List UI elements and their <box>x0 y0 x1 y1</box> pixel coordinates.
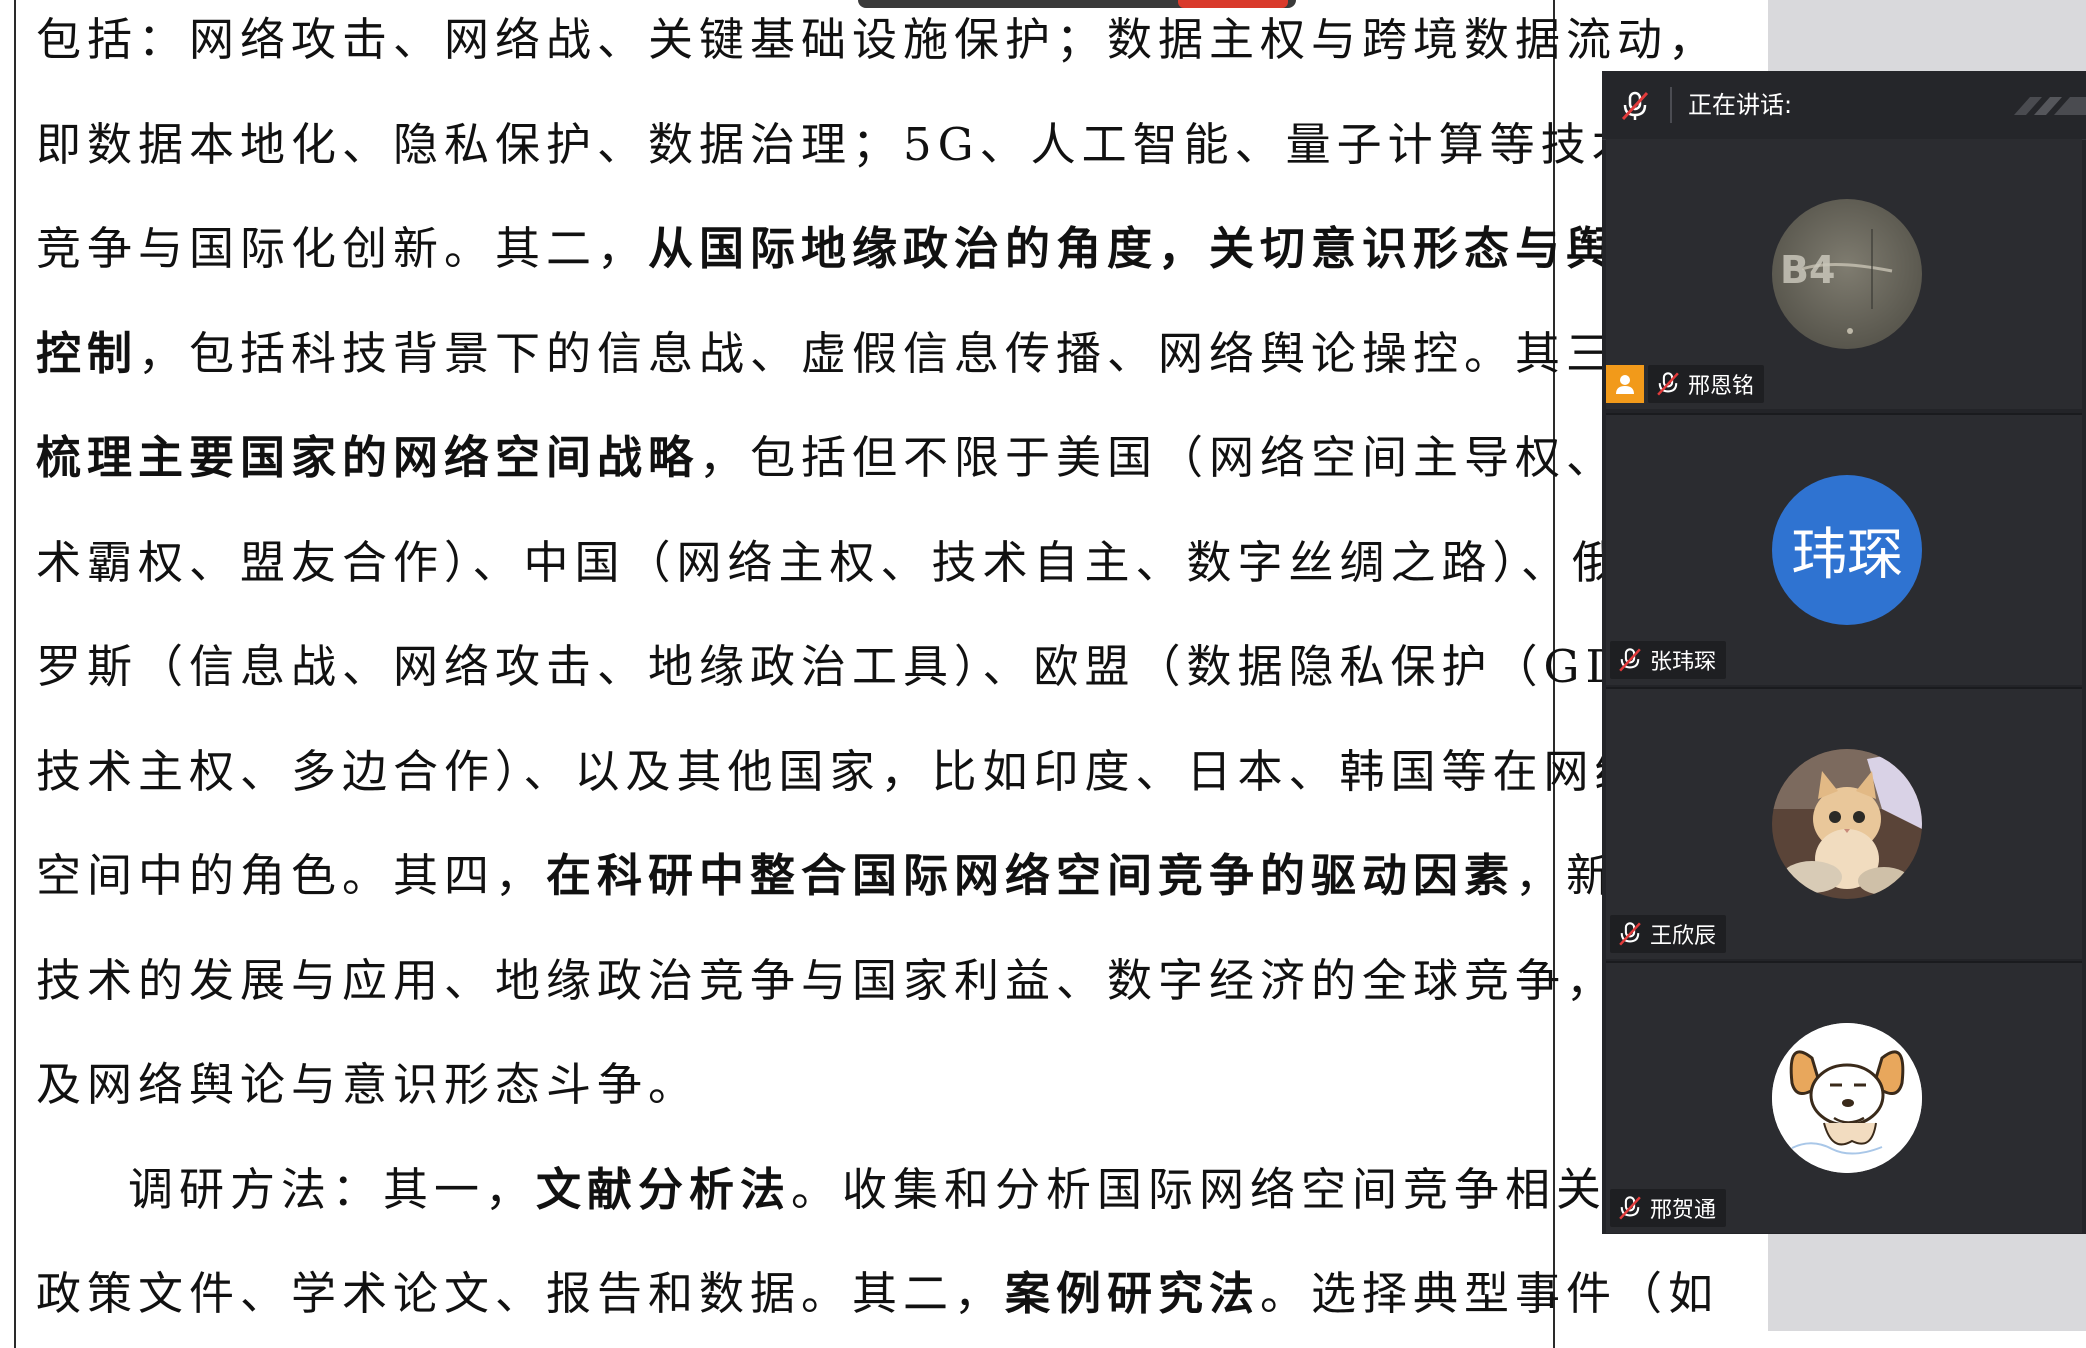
document-line: 罗斯（信息战、网络攻击、地缘政治工具）、欧盟（数据隐私保护（GDPR）、 <box>36 615 1777 720</box>
document-viewer: 包括：网络攻击、网络战、关键基础设施保护；数据主权与跨境数据流动， 即数据本地化、… <box>0 0 1777 1348</box>
cat-icon <box>1772 749 1922 899</box>
participant-avatar: B4 <box>1772 199 1922 349</box>
participant-name-tag: 邢贺通 <box>1610 1189 1727 1227</box>
document-line: 包括：网络攻击、网络战、关键基础设施保护；数据主权与跨境数据流动， <box>36 0 1713 93</box>
bold-text-run: 文献分析法 <box>536 1162 792 1216</box>
text-run: ，包括但不限于美国（网络空间主导权、技 <box>699 431 1669 484</box>
panel-header: 正在讲话: <box>1602 71 2086 140</box>
participant-avatar <box>1772 1023 1922 1173</box>
bold-text-run: 梳理主要国家的网络空间战略 <box>36 431 700 484</box>
participant-name-tag: 张玮琛 <box>1610 641 1727 679</box>
text-run: 竞争与国际化创新。其二， <box>36 222 649 275</box>
participant-name: 邢贺通 <box>1650 1198 1717 1223</box>
participant-avatar <box>1772 749 1922 899</box>
text-run: 。收集和分析国际网络空间竞争相关的 <box>791 1162 1659 1216</box>
document-line: 调研方法：其一，文献分析法。收集和分析国际网络空间竞争相关的 <box>36 1138 1652 1243</box>
meeting-participant-panel: 正在讲话: B4 邢恩铭 玮琛 张玮琛 王欣辰 邢贺通 <box>1602 71 2086 1234</box>
document-line: 术霸权、盟友合作）、中国（网络主权、技术自主、数字丝绸之路）、俄 <box>36 511 1617 616</box>
document-text: 包括：网络攻击、网络战、关键基础设施保护；数据主权与跨境数据流动， 即数据本地化、… <box>36 0 1777 1347</box>
bold-text-run: 从国际地缘政治的角度，关切意识形态与舆论 <box>648 222 1669 275</box>
text-run: 。选择典型事件（如 <box>1260 1267 1720 1320</box>
document-line: 竞争与国际化创新。其二，从国际地缘政治的角度，关切意识形态与舆论 <box>36 197 1662 302</box>
avatar-initials: 玮琛 <box>1791 522 1903 588</box>
participant-name: 张玮琛 <box>1650 650 1717 675</box>
text-run: 调研方法：其一， <box>128 1162 537 1216</box>
mic-muted-icon <box>1619 648 1641 672</box>
document-page: 包括：网络攻击、网络战、关键基础设施保护；数据主权与跨境数据流动， 即数据本地化、… <box>14 0 1777 1348</box>
mic-muted-icon <box>1619 1196 1641 1220</box>
bold-text-run: 案例研究法 <box>1005 1267 1261 1320</box>
text-run: 即数据本地化、隐私保护、数据治理；5G、人工智能、量子计算等技术的 <box>36 117 1694 171</box>
document-line: 即数据本地化、隐私保护、数据治理；5G、人工智能、量子计算等技术的 <box>36 93 1688 198</box>
bold-text-run: 控制 <box>36 326 139 380</box>
participant-name: 邢恩铭 <box>1688 374 1755 399</box>
text-run: 包括：网络攻击、网络战、关键基础设施保护；数据主权与跨境数据流动， <box>36 13 1720 66</box>
document-line: 空间中的角色。其四，在科研中整合国际网络空间竞争的驱动因素，新兴 <box>36 824 1662 929</box>
participant-tile[interactable]: 王欣辰 <box>1606 687 2082 959</box>
text-run: 技术的发展与应用、地缘政治竞争与国家利益、数字经济的全球竞争，以 <box>36 953 1669 1007</box>
svg-text:B4: B4 <box>1780 248 1835 292</box>
mic-muted-icon[interactable] <box>1618 89 1652 123</box>
cartoon-dog-icon <box>1772 1023 1922 1173</box>
document-line: 控制，包括科技背景下的信息战、虚假信息传播、网络舆论操控。其三， <box>36 302 1662 407</box>
text-run: 罗斯（信息战、网络攻击、地缘政治工具）、欧盟（数据隐私保护（GDPR）、 <box>36 640 1784 693</box>
text-run: ，包括科技背景下的信息战、虚假信息传播、网络舆论操控。其三， <box>138 326 1669 380</box>
stop-share-button[interactable] <box>1178 0 1288 8</box>
participant-tile[interactable]: 邢贺通 <box>1606 961 2082 1233</box>
document-line: 技术主权、多边合作）、以及其他国家，比如印度、日本、韩国等在网络 <box>36 720 1640 825</box>
bold-text-run: 在科研中整合国际网络空间竞争的驱动因素 <box>546 849 1516 902</box>
screen-share-toolbar[interactable] <box>858 0 1296 8</box>
text-run: 政策文件、学术论文、报告和数据。其二， <box>36 1267 1006 1320</box>
document-line: 及网络舆论与意识形态斗争。 <box>36 1033 1536 1138</box>
participant-tile[interactable]: B4 邢恩铭 <box>1606 139 2082 409</box>
mic-muted-icon <box>1657 372 1679 396</box>
host-badge <box>1606 365 1644 403</box>
participant-tile[interactable]: 玮琛 张玮琛 <box>1606 413 2082 685</box>
header-divider <box>1670 87 1672 123</box>
participant-name: 王欣辰 <box>1650 924 1717 949</box>
document-line: 技术的发展与应用、地缘政治竞争与国家利益、数字经济的全球竞争，以 <box>36 929 1662 1034</box>
person-icon <box>1616 375 1634 394</box>
participant-name-tag: 邢恩铭 <box>1648 365 1765 403</box>
text-run: 术霸权、盟友合作）、中国（网络主权、技术自主、数字丝绸之路）、俄 <box>36 535 1624 589</box>
speaking-label: 正在讲话: <box>1688 91 1793 119</box>
participant-name-tag: 王欣辰 <box>1610 915 1727 953</box>
text-run: 及网络舆论与意识形态斗争。 <box>36 1058 700 1111</box>
text-run: 技术主权、多边合作）、以及其他国家，比如印度、日本、韩国等在网络 <box>36 744 1646 798</box>
participant-avatar: 玮琛 <box>1772 475 1922 625</box>
app-logo-icon <box>2014 97 2086 115</box>
text-run: 空间中的角色。其四， <box>36 849 547 902</box>
mic-muted-icon <box>1619 922 1641 946</box>
document-line: 梳理主要国家的网络空间战略，包括但不限于美国（网络空间主导权、技 <box>36 406 1662 511</box>
